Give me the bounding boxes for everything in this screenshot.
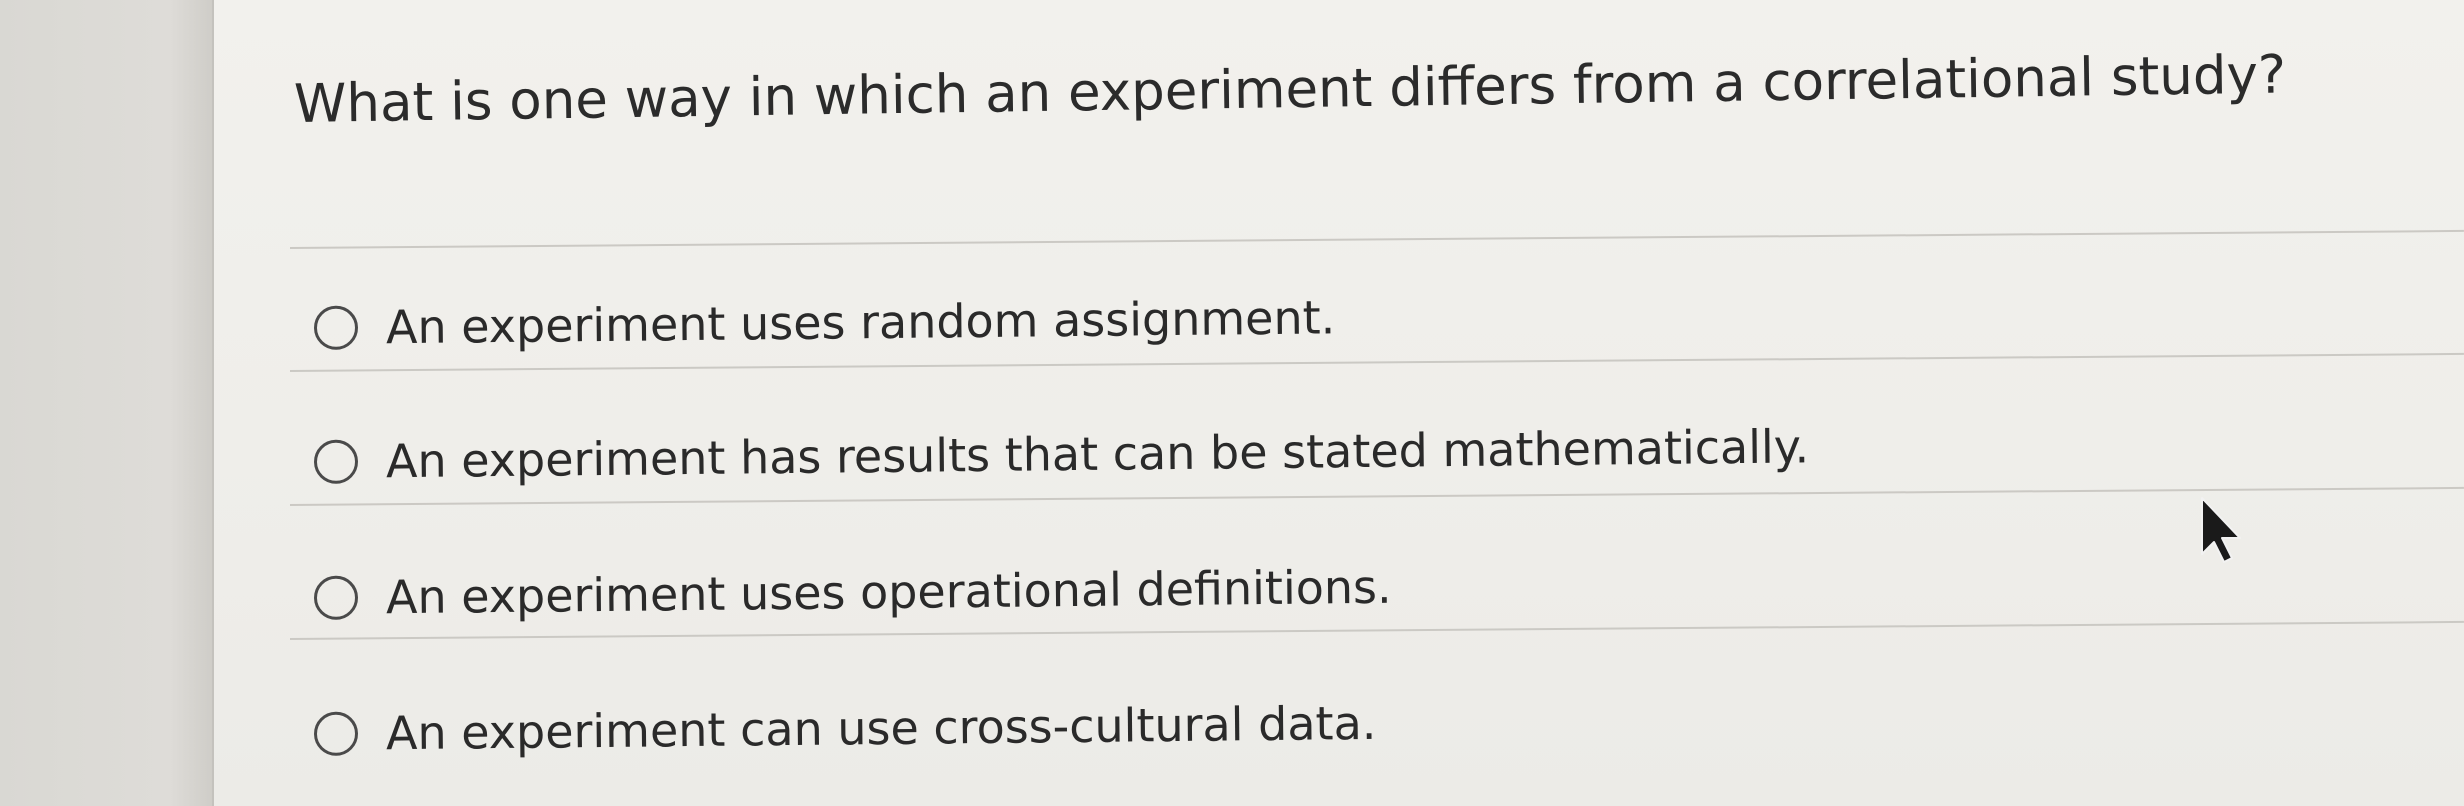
left-margin <box>0 0 214 806</box>
radio-unselected-icon[interactable] <box>313 575 359 620</box>
answer-option-3[interactable]: An experiment uses operational definitio… <box>313 555 1392 630</box>
radio-unselected-icon[interactable] <box>313 711 359 756</box>
answer-option-label: An experiment uses operational definitio… <box>385 559 1392 625</box>
answer-option-label: An experiment has results that can be st… <box>385 419 1810 489</box>
answer-option-2[interactable]: An experiment has results that can be st… <box>313 414 1810 494</box>
radio-unselected-icon[interactable] <box>313 305 359 350</box>
answer-option-4[interactable]: An experiment can use cross-cultural dat… <box>313 691 1377 766</box>
question-panel: What is one way in which an experiment d… <box>214 0 2464 806</box>
answer-option-1[interactable]: An experiment uses random assignment. <box>313 285 1336 360</box>
question-title: What is one way in which an experiment d… <box>293 44 2287 135</box>
answer-option-label: An experiment uses random assignment. <box>385 290 1336 355</box>
mouse-pointer-icon <box>2201 497 2241 563</box>
answer-option-label: An experiment can use cross-cultural dat… <box>385 695 1377 761</box>
title-divider <box>289 229 2464 249</box>
radio-unselected-icon[interactable] <box>313 439 359 484</box>
page: { "question": { "text": "What is one way… <box>0 0 2464 806</box>
